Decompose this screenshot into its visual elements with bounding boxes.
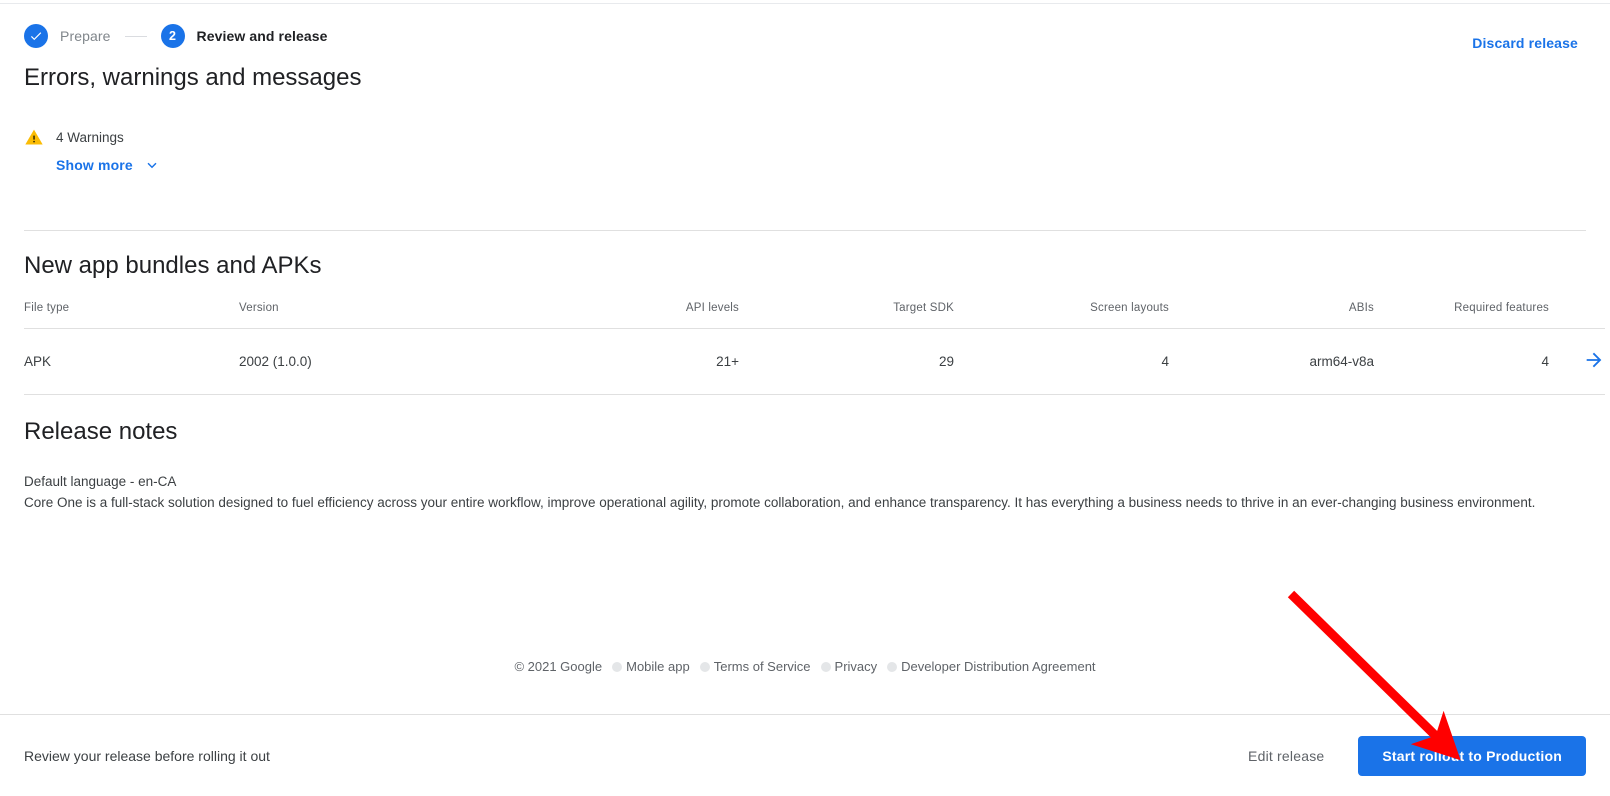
warning-triangle-icon — [25, 129, 43, 145]
footer-link-mobile-app[interactable]: Mobile app — [626, 659, 690, 674]
warning-summary-row: 4 Warnings — [24, 127, 1610, 147]
column-header-version: Version — [239, 302, 539, 329]
release-stepper: Prepare 2 Review and release — [24, 24, 328, 48]
step-review-marker: 2 — [160, 24, 185, 48]
warnings-block: 4 Warnings Show more — [24, 127, 1610, 174]
cell-screen-layouts: 4 — [954, 328, 1169, 395]
release-review-page: Prepare 2 Review and release Discard rel… — [0, 4, 1610, 715]
bundles-section: New app bundles and APKs File type Versi… — [0, 252, 1610, 395]
footer-separator-dot — [699, 661, 710, 672]
cell-file-type: APK — [24, 328, 239, 395]
step-review-label: Review and release — [196, 28, 328, 44]
column-header-required-features: Required features — [1374, 302, 1549, 329]
chevron-down-icon — [147, 162, 157, 169]
release-stepper-bar: Prepare 2 Review and release Discard rel… — [0, 16, 1610, 56]
action-bar-hint: Review your release before rolling it ou… — [24, 747, 270, 764]
bundles-table: File type Version API levels Target SDK … — [24, 302, 1605, 395]
show-more-warnings-button[interactable]: Show more — [56, 156, 161, 174]
footer-link-privacy[interactable]: Privacy — [835, 659, 878, 674]
cell-target-sdk: 29 — [739, 328, 954, 395]
footer-link-terms-of-service[interactable]: Terms of Service — [714, 659, 811, 674]
column-header-abis: ABIs — [1169, 302, 1374, 329]
edit-release-button[interactable]: Edit release — [1236, 738, 1336, 774]
messages-section: Errors, warnings and messages 4 Warnings… — [0, 64, 1610, 174]
cell-required-features: 4 — [1374, 328, 1549, 395]
release-notes-title: Release notes — [24, 418, 178, 445]
bottom-action-bar: Review your release before rolling it ou… — [0, 714, 1610, 796]
cell-version: 2002 (1.0.0) — [239, 328, 539, 395]
site-footer: © 2021 Google Mobile app Terms of Servic… — [0, 659, 1610, 674]
action-bar-buttons: Edit release Start rollout to Production — [1236, 735, 1586, 776]
messages-section-title: Errors, warnings and messages — [24, 64, 362, 91]
step-connector — [124, 35, 147, 37]
footer-separator-dot — [612, 661, 623, 672]
start-rollout-to-production-button[interactable]: Start rollout to Production — [1358, 735, 1586, 776]
column-header-screen-layouts: Screen layouts — [954, 302, 1169, 329]
release-notes-language: Default language - en-CA — [24, 474, 177, 489]
section-divider-1 — [24, 230, 1586, 231]
release-notes-text: Core One is a full-stack solution design… — [24, 495, 1536, 510]
column-header-api-levels: API levels — [539, 302, 739, 329]
bundles-table-header-row: File type Version API levels Target SDK … — [24, 302, 1605, 329]
step-prepare-label: Prepare — [60, 28, 111, 44]
cell-abis: arm64-v8a — [1169, 328, 1374, 395]
step-review-and-release[interactable]: 2 Review and release — [160, 24, 328, 48]
release-notes-section: Release notes Default language - en-CA C… — [0, 418, 1610, 513]
step-prepare[interactable]: Prepare — [24, 24, 111, 48]
footer-separator-dot — [887, 661, 898, 672]
cell-api-levels: 21+ — [539, 328, 739, 395]
footer-copyright: © 2021 Google — [514, 659, 603, 674]
step-prepare-marker — [24, 24, 48, 48]
column-header-file-type: File type — [24, 302, 239, 329]
check-icon — [30, 32, 42, 41]
footer-separator-dot — [820, 661, 831, 672]
cell-detail-link[interactable] — [1549, 328, 1605, 395]
column-header-detail — [1549, 302, 1605, 329]
footer-link-developer-distribution-agreement[interactable]: Developer Distribution Agreement — [901, 659, 1095, 674]
arrow-right-icon[interactable] — [1583, 349, 1605, 374]
release-notes-body: Default language - en-CA Core One is a f… — [24, 471, 1539, 513]
show-more-label: Show more — [56, 157, 133, 173]
column-header-target-sdk: Target SDK — [739, 302, 954, 329]
table-row[interactable]: APK 2002 (1.0.0) 21+ 29 4 arm64-v8a 4 — [24, 328, 1605, 395]
bundles-section-title: New app bundles and APKs — [24, 252, 322, 279]
warning-count-label: 4 Warnings — [56, 129, 124, 145]
discard-release-button[interactable]: Discard release — [1464, 29, 1586, 57]
